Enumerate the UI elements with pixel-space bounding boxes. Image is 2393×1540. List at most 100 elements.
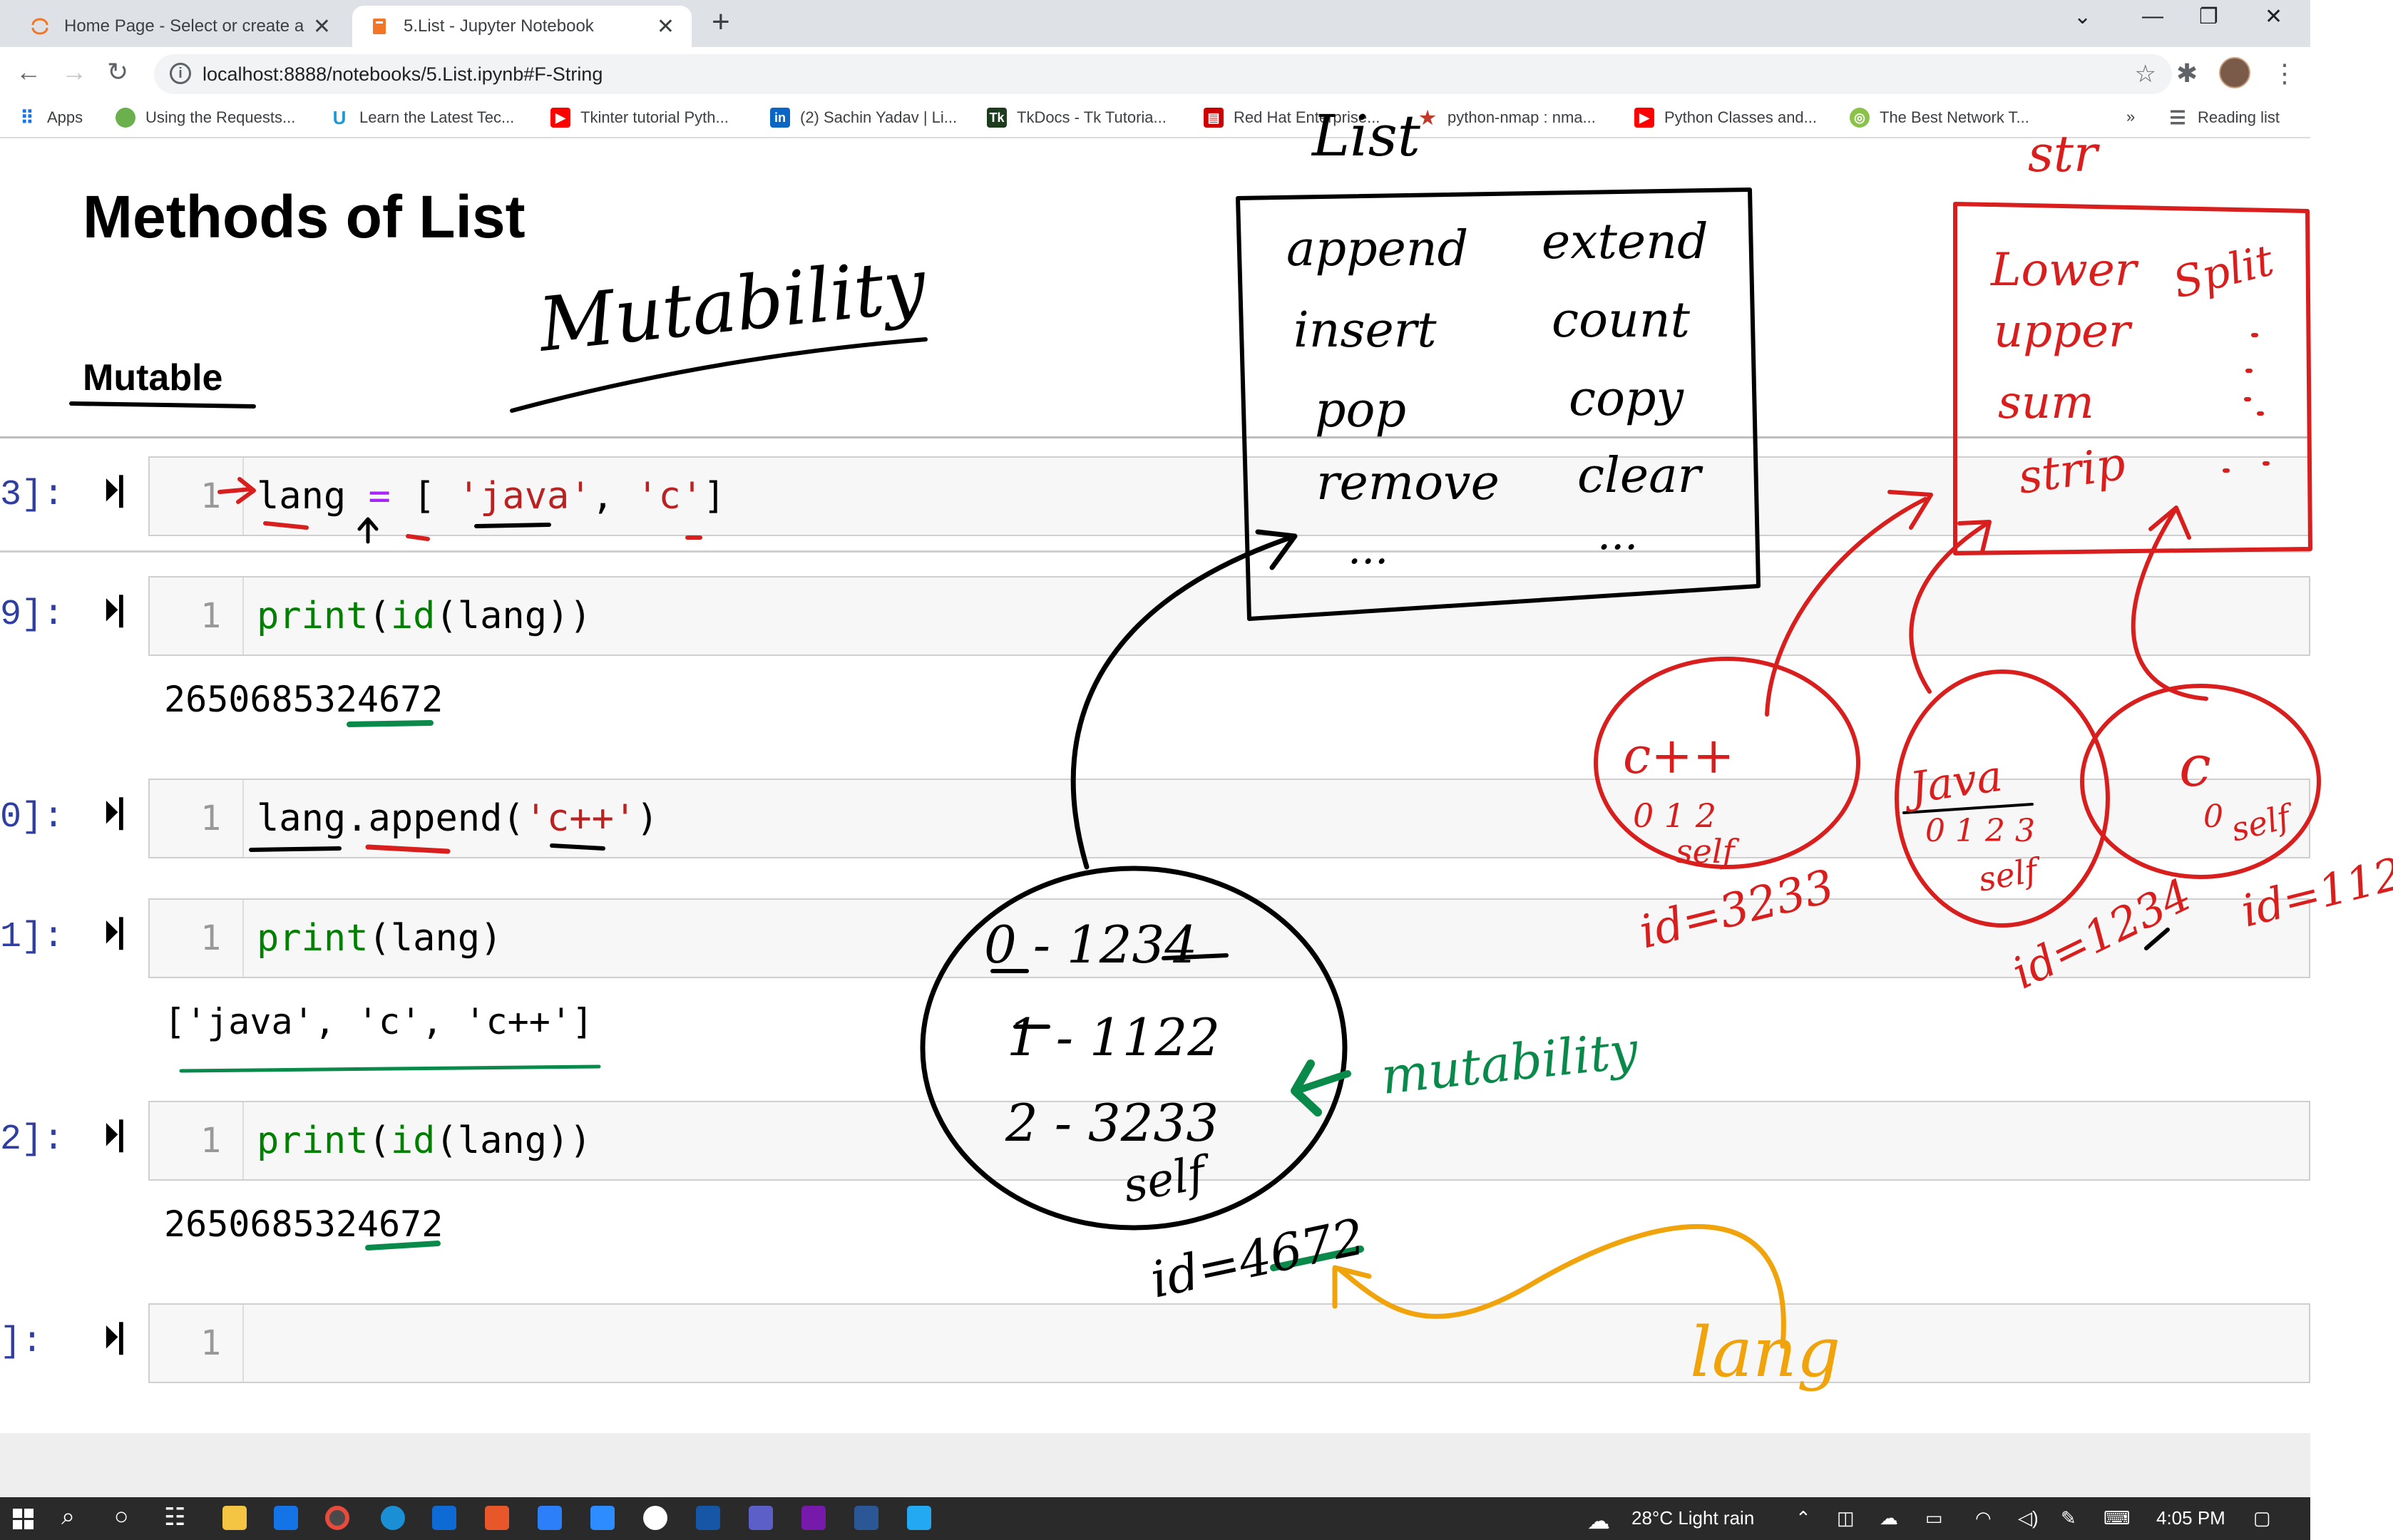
- keyboard-icon[interactable]: ⌨: [2104, 1507, 2131, 1529]
- show-hidden-icons[interactable]: ⌃: [1795, 1507, 1811, 1529]
- onenote-icon[interactable]: [801, 1506, 826, 1530]
- cell-prompt: 0]:: [0, 797, 65, 838]
- line-number: 1: [150, 578, 244, 654]
- menu-icon[interactable]: ⋮: [2272, 58, 2297, 88]
- bookmark-python-nmap[interactable]: ★ python-nmap : nma...: [1418, 107, 1596, 128]
- bookmarks-bar: ⠿ Apps Using the Requests... U Learn the…: [0, 101, 2310, 138]
- close-tab-icon[interactable]: ✕: [313, 14, 331, 39]
- address-bar[interactable]: i localhost:8888/notebooks/5.List.ipynb#…: [154, 54, 2172, 94]
- outlook-icon[interactable]: [274, 1506, 298, 1530]
- app-icon[interactable]: [643, 1506, 667, 1530]
- str-method: upper: [1994, 305, 2133, 358]
- restore-icon[interactable]: ❐: [2199, 4, 2218, 29]
- code-line[interactable]: lang.append('c++'): [257, 780, 659, 857]
- notebook-footer: [0, 1433, 2310, 1497]
- run-cell-icon[interactable]: ⏵▏: [103, 1115, 152, 1155]
- zoom-icon[interactable]: [590, 1506, 615, 1530]
- bookmark-udemy[interactable]: U Learn the Latest Tec...: [329, 107, 515, 128]
- cell-output: ['java', 'c', 'c++']: [164, 1001, 594, 1042]
- code-cell[interactable]: 1 print(lang): [148, 898, 2310, 978]
- notebook-icon: [373, 19, 386, 34]
- url-text[interactable]: localhost:8888/notebooks/5.List.ipynb#F-…: [203, 63, 603, 86]
- code-line[interactable]: lang = [ 'java', 'c']: [257, 458, 725, 535]
- tab-5-list[interactable]: 5.List - Jupyter Notebook ✕: [352, 6, 692, 47]
- extensions-icon[interactable]: ✱: [2176, 58, 2198, 88]
- divider: [0, 436, 2310, 438]
- code-line[interactable]: print(id(lang)): [257, 1102, 592, 1179]
- new-tab-button[interactable]: +: [712, 4, 730, 40]
- close-window-icon[interactable]: ✕: [2265, 4, 2282, 29]
- chrome-icon[interactable]: [325, 1506, 349, 1530]
- close-tab-icon[interactable]: ✕: [657, 14, 675, 39]
- teams-icon[interactable]: [749, 1506, 773, 1530]
- code-cell[interactable]: 1 print(id(lang)): [148, 1101, 2310, 1181]
- monitor-app-icon[interactable]: [696, 1506, 720, 1530]
- notifications-icon[interactable]: ▢: [2253, 1507, 2271, 1529]
- app-icon[interactable]: [485, 1506, 509, 1530]
- powershell-icon[interactable]: [854, 1506, 878, 1530]
- bookmark-linkedin[interactable]: in (2) Sachin Yadav | Li...: [770, 108, 957, 128]
- pen-app-icon[interactable]: [538, 1506, 562, 1530]
- site-info-icon[interactable]: i: [170, 63, 191, 84]
- back-icon[interactable]: ←: [16, 57, 41, 87]
- list-method: append: [1286, 221, 1468, 277]
- file-explorer-icon[interactable]: [222, 1506, 247, 1530]
- reload-icon[interactable]: ↻: [107, 57, 128, 87]
- volume-icon[interactable]: ◁): [2018, 1507, 2039, 1529]
- battery-icon[interactable]: ▭: [1925, 1507, 1943, 1529]
- bookmark-redhat[interactable]: ▤ Red Hat Enterprise...: [1204, 108, 1380, 128]
- edge-icon[interactable]: [381, 1506, 405, 1530]
- code-line[interactable]: print(lang): [257, 900, 502, 977]
- bookmark-tkinter[interactable]: ▶ Tkinter tutorial Pyth...: [550, 108, 729, 128]
- weather-cloud-icon[interactable]: ☁: [1587, 1507, 1610, 1534]
- clock[interactable]: 4:05 PM: [2156, 1507, 2225, 1529]
- task-view-icon[interactable]: ☷: [164, 1503, 185, 1531]
- page-margin: [2310, 0, 2393, 1497]
- code-cell[interactable]: 1 lang.append('c++'): [148, 779, 2310, 858]
- bookmark-requests[interactable]: Using the Requests...: [116, 108, 295, 128]
- run-cell-icon[interactable]: ⏵▏: [103, 471, 152, 510]
- tab-search-icon[interactable]: ⌄: [2074, 4, 2091, 29]
- pen-icon[interactable]: ✎: [2061, 1507, 2076, 1529]
- list-method: count: [1552, 292, 1691, 349]
- code-line[interactable]: print(id(lang)): [257, 578, 592, 654]
- bookmarks-overflow-button[interactable]: »: [2126, 108, 2135, 126]
- bookmark-python-classes[interactable]: ▶ Python Classes and...: [1634, 108, 1817, 128]
- weather-text[interactable]: 28°C Light rain: [1631, 1507, 1754, 1529]
- reading-list-button[interactable]: ☰ Reading list: [2168, 107, 2280, 128]
- list-method: extend: [1542, 214, 1708, 270]
- line-number: 1: [150, 458, 244, 535]
- apps-grid-icon: ⠿: [20, 106, 34, 128]
- meet-icon[interactable]: ◫: [1837, 1507, 1855, 1529]
- code-cell[interactable]: 1 lang = [ 'java', 'c']: [148, 456, 2310, 536]
- run-cell-icon[interactable]: ⏵▏: [103, 1318, 152, 1357]
- vscode-icon[interactable]: [907, 1506, 931, 1530]
- wifi-icon[interactable]: ◠: [1975, 1507, 1992, 1529]
- profile-avatar[interactable]: [2219, 57, 2250, 88]
- tab-home-page[interactable]: Home Page - Select or create a n ✕: [13, 6, 348, 47]
- cortana-icon[interactable]: ○: [114, 1503, 129, 1531]
- notebook-subheading: Mutable: [83, 357, 223, 399]
- run-cell-icon[interactable]: ⏵▏: [103, 590, 152, 630]
- forward-icon[interactable]: →: [61, 57, 87, 87]
- bookmark-network[interactable]: ◎ The Best Network T...: [1850, 108, 2029, 128]
- search-icon[interactable]: ⌕: [61, 1503, 75, 1531]
- str-method: Split: [2168, 235, 2280, 308]
- run-cell-icon[interactable]: ⏵▏: [103, 913, 152, 953]
- run-cell-icon[interactable]: ⏵▏: [103, 793, 152, 833]
- code-cell[interactable]: 1 print(id(lang)): [148, 576, 2310, 656]
- store-icon[interactable]: [432, 1506, 456, 1530]
- cell-output: 2650685324672: [164, 679, 444, 720]
- windows-start-icon[interactable]: [13, 1509, 34, 1530]
- string-text: c++: [1623, 727, 1735, 785]
- minimize-icon[interactable]: —: [2142, 4, 2163, 29]
- mutability-title: Mutability: [533, 242, 931, 369]
- bookmark-star-icon[interactable]: ☆: [2135, 60, 2156, 88]
- youtube-icon: ▶: [550, 108, 570, 128]
- bookmark-tkdocs[interactable]: Tk TkDocs - Tk Tutoria...: [987, 108, 1167, 128]
- bookmark-apps[interactable]: ⠿ Apps: [17, 106, 83, 128]
- network-icon: ◎: [1850, 108, 1870, 128]
- onedrive-icon[interactable]: ☁: [1880, 1507, 1898, 1529]
- cell-prompt: 3]:: [0, 475, 65, 515]
- code-cell[interactable]: 1: [148, 1303, 2310, 1383]
